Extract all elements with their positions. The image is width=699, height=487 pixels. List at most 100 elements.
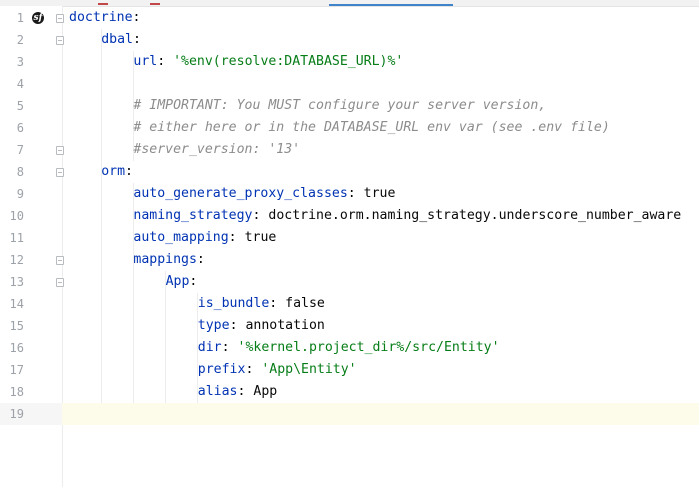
code-text: # either here or in the DATABASE_URL env… (133, 117, 609, 139)
code-line[interactable]: # IMPORTANT: You MUST configure your ser… (62, 95, 699, 117)
key-token: orm (101, 164, 126, 179)
value-token: false (285, 296, 325, 311)
separator-token: : (157, 54, 174, 69)
line-number: 15 (9, 319, 24, 333)
key-token: dir (197, 340, 222, 355)
key-token: alias (197, 384, 238, 399)
line-number: 7 (16, 143, 24, 157)
editor-gutter: 1 2 3 4 5 6 7 8 9 10 11 12 13 14 15 16 17 18 19 (0, 6, 63, 487)
key-token: doctrine (69, 10, 133, 25)
code-text: auto_mapping: true (133, 227, 276, 249)
code-line[interactable]: doctrine: (62, 7, 699, 29)
fold-marker-icon[interactable] (56, 168, 64, 177)
code-text: doctrine: (69, 7, 140, 29)
code-line[interactable]: auto_generate_proxy_classes: true (62, 183, 699, 205)
fold-marker-icon[interactable] (56, 256, 64, 265)
code-line[interactable]: auto_mapping: true (62, 227, 699, 249)
line-number: 13 (9, 275, 24, 289)
code-line[interactable]: dir: '%kernel.project_dir%/src/Entity' (62, 337, 699, 359)
line-number: 2 (16, 33, 24, 47)
code-text: dbal: (101, 29, 141, 51)
code-text: naming_strategy: doctrine.orm.naming_str… (133, 205, 681, 227)
line-number: 1 (16, 11, 24, 25)
key-token: is_bundle (197, 296, 270, 311)
line-number: 11 (9, 231, 24, 245)
value-token: annotation (245, 318, 325, 333)
code-line[interactable]: type: annotation (62, 315, 699, 337)
fold-marker-icon[interactable] (56, 14, 64, 23)
value-token: true (363, 186, 396, 201)
key-token: url (133, 54, 158, 69)
code-text: # IMPORTANT: You MUST configure your ser… (133, 95, 546, 117)
separator-token: : (221, 340, 238, 355)
key-token: prefix (197, 362, 246, 377)
tab-fragment[interactable] (150, 0, 160, 5)
line-number: 19 (9, 407, 24, 421)
value-token: App (253, 384, 278, 399)
code-line[interactable]: prefix: 'App\Entity' (62, 359, 699, 381)
code-text: #server_version: '13' (133, 139, 300, 161)
code-line[interactable]: #server_version: '13' (62, 139, 699, 161)
line-number: 17 (9, 363, 24, 377)
line-number: 16 (9, 341, 24, 355)
code-line[interactable]: mappings: (62, 249, 699, 271)
code-text: url: '%env(resolve:DATABASE_URL)%' (133, 51, 403, 73)
key-token: auto_generate_proxy_classes (133, 186, 348, 201)
code-line[interactable]: is_bundle: false (62, 293, 699, 315)
code-text: alias: App (198, 381, 277, 403)
code-line[interactable]: naming_strategy: doctrine.orm.naming_str… (62, 205, 699, 227)
separator-token: : (132, 32, 141, 47)
line-number: 3 (16, 55, 24, 69)
line-number: 14 (9, 297, 24, 311)
separator-token: : (228, 230, 245, 245)
line-number: 9 (16, 187, 24, 201)
code-text: auto_generate_proxy_classes: true (133, 183, 395, 205)
comment-token: #server_version: '13' (133, 142, 301, 157)
separator-token: : (252, 208, 269, 223)
code-line[interactable]: alias: App (62, 381, 699, 403)
code-text: prefix: 'App\Entity' (198, 359, 357, 381)
line-number: 4 (16, 77, 24, 91)
fold-end-marker-icon[interactable] (56, 146, 64, 155)
comment-token: # either here or in the DATABASE_URL env… (133, 120, 610, 135)
code-line[interactable]: url: '%env(resolve:DATABASE_URL)%' (62, 51, 699, 73)
line-number: 18 (9, 385, 24, 399)
fold-marker-icon[interactable] (56, 278, 64, 287)
line-number: 6 (16, 121, 24, 135)
code-text: mappings: (133, 249, 204, 271)
key-token: type (197, 318, 230, 333)
code-text: App: (166, 271, 198, 293)
code-line[interactable]: dbal: (62, 29, 699, 51)
tab-fragment[interactable] (98, 0, 108, 5)
code-line[interactable] (62, 73, 699, 95)
code-text: orm: (101, 161, 133, 183)
value-token: doctrine.orm.naming_strategy.underscore_… (268, 208, 682, 223)
value-token: '%env(resolve:DATABASE_URL)%' (173, 54, 404, 69)
code-text: is_bundle: false (198, 293, 325, 315)
key-token: naming_strategy (133, 208, 253, 223)
separator-token: : (125, 164, 133, 179)
separator-token: : (229, 318, 246, 333)
value-token: 'App\Entity' (261, 362, 357, 377)
code-line[interactable]: orm: (62, 161, 699, 183)
separator-token: : (237, 384, 254, 399)
symfony-icon[interactable]: sf (32, 12, 44, 24)
code-line[interactable]: App: (62, 271, 699, 293)
key-token: auto_mapping (133, 230, 229, 245)
key-token: App (165, 274, 190, 289)
code-line[interactable] (62, 403, 699, 425)
separator-token: : (347, 186, 364, 201)
fold-marker-icon[interactable] (56, 36, 64, 45)
line-number: 5 (16, 99, 24, 113)
separator-token: : (269, 296, 286, 311)
code-line[interactable]: # either here or in the DATABASE_URL env… (62, 117, 699, 139)
line-number: 10 (9, 209, 24, 223)
code-text: type: annotation (198, 315, 325, 337)
line-number: 8 (16, 165, 24, 179)
comment-token: # IMPORTANT: You MUST configure your ser… (133, 98, 547, 113)
separator-token: : (245, 362, 262, 377)
key-token: dbal (101, 32, 133, 47)
separator-token: : (189, 274, 198, 289)
code-text: dir: '%kernel.project_dir%/src/Entity' (198, 337, 500, 359)
code-editor[interactable]: doctrine: dbal: url: '%env(resolve:DATABAS… (62, 6, 699, 487)
